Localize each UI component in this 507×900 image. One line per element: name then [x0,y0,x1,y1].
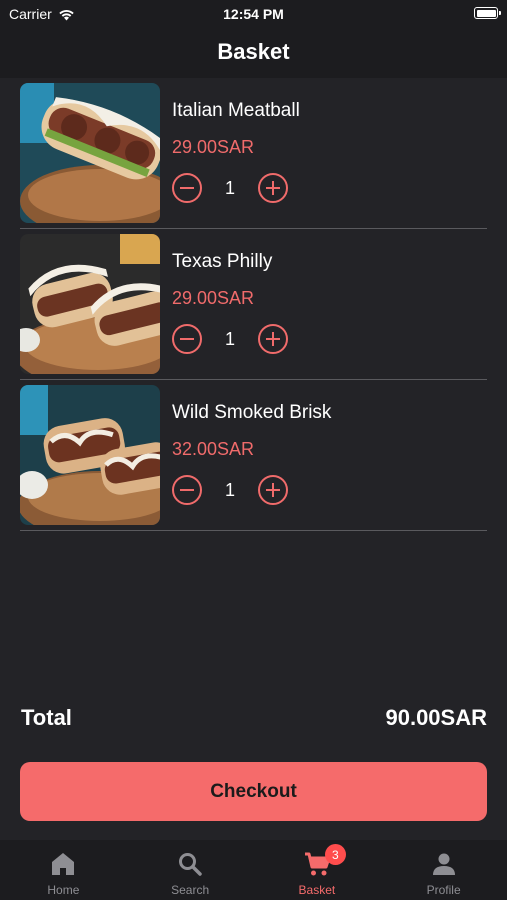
basket-item: Wild Smoked Brisk 32.00SAR 1 [20,385,487,531]
search-icon [179,853,202,876]
increase-button[interactable] [258,324,288,354]
cart-count-badge: 3 [324,844,346,865]
decrease-button[interactable] [172,324,202,354]
quantity-stepper: 1 [172,473,288,507]
item-image [20,83,160,223]
home-icon [52,853,75,875]
increase-button[interactable] [258,173,288,203]
total-label: Total [21,705,72,730]
quantity-value: 1 [224,479,235,500]
total-value: 90.00SAR [385,705,487,730]
increase-button[interactable] [258,475,288,505]
tab-label: Profile [426,883,461,897]
item-image [20,385,160,525]
basket-item: Italian Meatball 29.00SAR 1 [20,83,487,229]
item-name: Texas Philly [172,251,273,272]
quantity-value: 1 [224,177,235,198]
page-title: Basket [217,39,290,64]
decrease-button[interactable] [172,475,202,505]
status-time: 12:54 PM [223,6,284,22]
item-name: Italian Meatball [172,100,300,121]
checkout-button[interactable]: Checkout [20,762,487,821]
item-name: Wild Smoked Brisk [172,402,332,423]
tab-label: Basket [298,883,336,897]
quantity-stepper: 1 [172,322,288,356]
header: Basket [0,28,507,78]
tab-home[interactable]: Home [0,840,127,900]
item-image [20,234,160,374]
item-price: 32.00SAR [172,439,255,459]
battery-icon [474,7,501,19]
decrease-button[interactable] [172,173,202,203]
tab-search[interactable]: Search [127,840,254,900]
tab-label: Home [47,883,80,897]
profile-icon [432,853,455,875]
tab-label: Search [171,883,210,897]
tab-basket[interactable]: 3 Basket [254,840,381,900]
basket-list: Italian Meatball 29.00SAR 1 Texas Philly… [20,83,487,536]
tab-profile[interactable]: Profile [380,840,507,900]
status-bar: Carrier 12:54 PM [0,0,507,28]
tab-bar: Home Search 3 Basket Profile [0,840,507,900]
item-price: 29.00SAR [172,288,255,308]
item-price: 29.00SAR [172,137,255,157]
quantity-stepper: 1 [172,171,288,205]
basket-item: Texas Philly 29.00SAR 1 [20,234,487,380]
quantity-value: 1 [224,328,235,349]
